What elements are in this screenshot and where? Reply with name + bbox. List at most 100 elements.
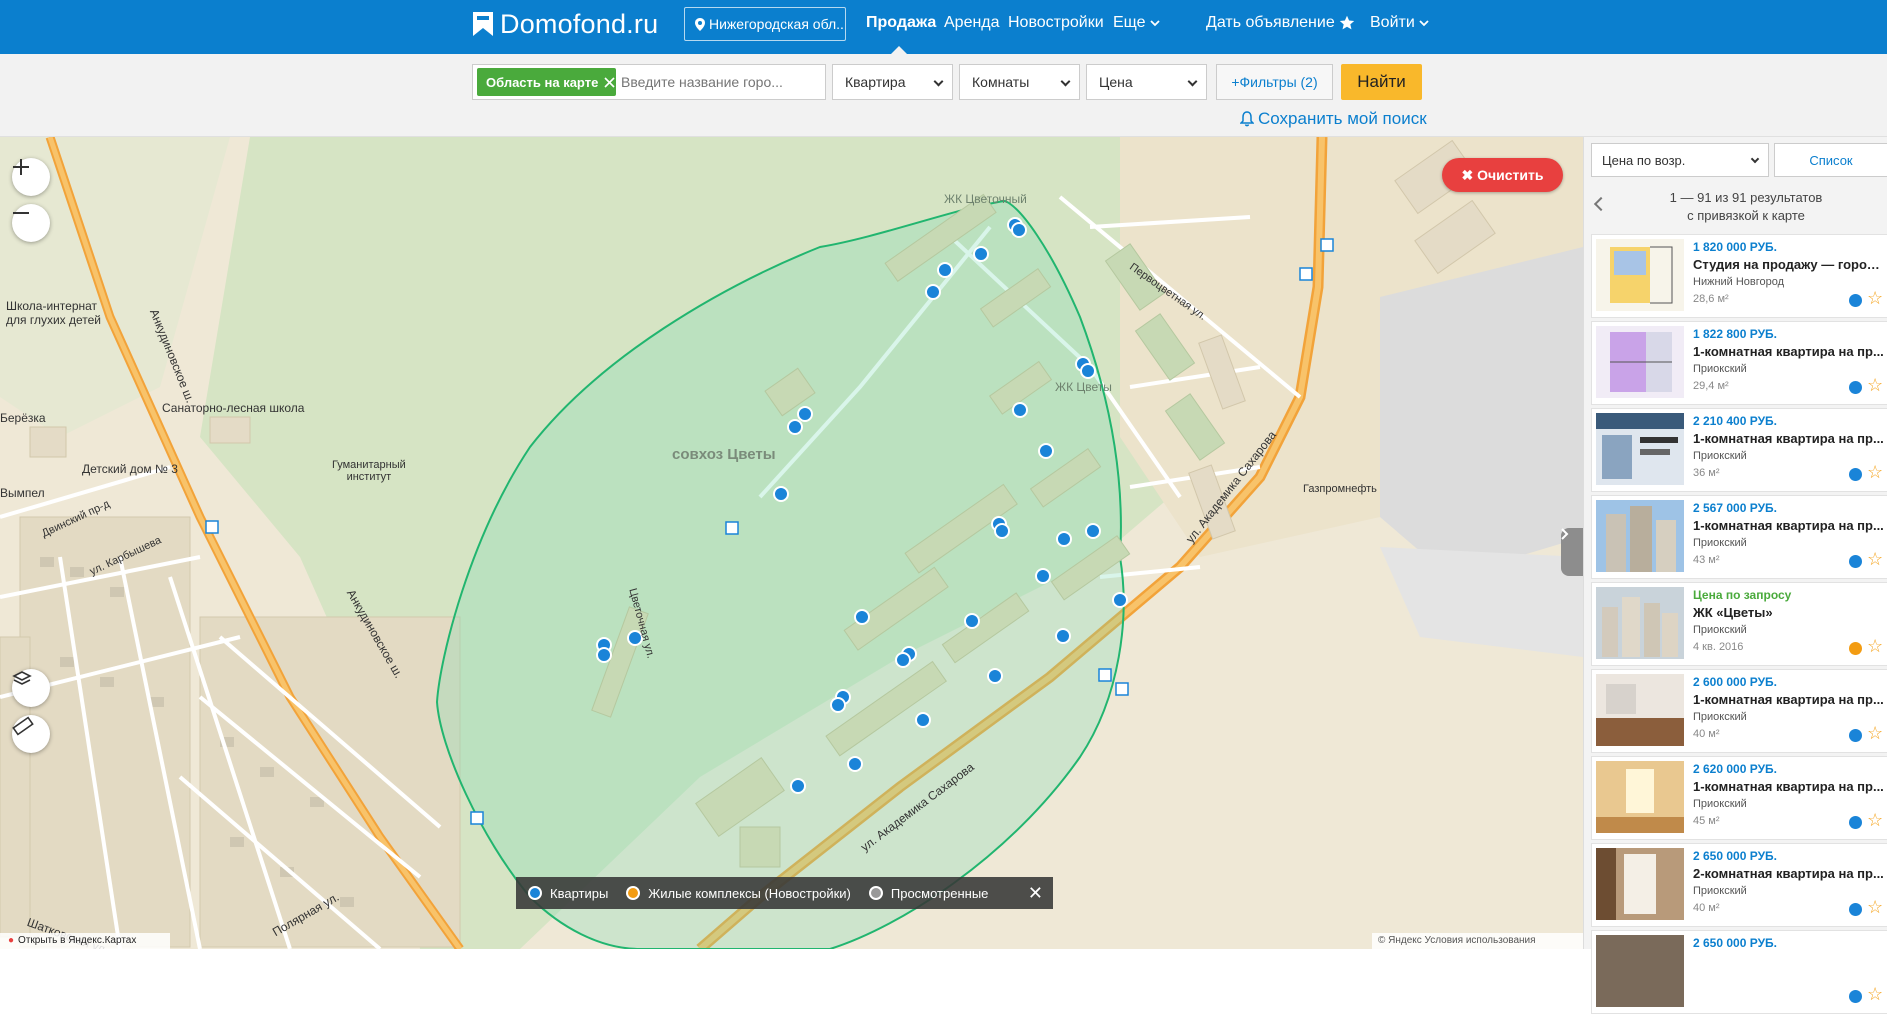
nav-sale[interactable]: Продажа (866, 0, 936, 46)
nav-new-buildings[interactable]: Новостройки (1008, 0, 1104, 46)
listing-photo[interactable] (1596, 935, 1684, 1007)
map-label-institute-line1: Гуманитарный (332, 459, 406, 471)
map-marker-icon[interactable] (1849, 729, 1862, 742)
layers-button[interactable] (12, 669, 50, 707)
listing-photo[interactable] (1596, 326, 1684, 398)
nav-rent[interactable]: Аренда (944, 0, 1000, 46)
location-search-input[interactable] (621, 68, 821, 96)
result-card[interactable]: 2 600 000 РУБ. 1-комнатная квартира на пр… (1591, 669, 1887, 753)
favorite-star-icon[interactable]: ☆ (1867, 984, 1883, 1005)
ruler-button[interactable] (12, 715, 50, 753)
map-marker-icon[interactable] (1849, 642, 1862, 655)
result-card[interactable]: 2 650 000 РУБ. ☆ (1591, 930, 1887, 1014)
listing-title[interactable]: 1-комнатная квартира на пр... (1693, 344, 1885, 359)
favorite-star-icon[interactable]: ☆ (1867, 723, 1883, 744)
listing-price: 1 820 000 РУБ. (1693, 240, 1777, 254)
result-card[interactable]: 2 650 000 РУБ. 2-комнатная квартира на пр… (1591, 843, 1887, 927)
clear-area-button[interactable]: ✖ Очистить (1442, 158, 1563, 192)
favorite-star-icon[interactable]: ☆ (1867, 375, 1883, 396)
favorite-star-icon[interactable]: ☆ (1867, 549, 1883, 570)
map-area-chip-label: Область на карте (486, 74, 599, 90)
close-icon[interactable] (604, 76, 615, 88)
favorite-star-icon[interactable]: ☆ (1867, 897, 1883, 918)
favorite-star-icon[interactable]: ☆ (1867, 288, 1883, 309)
location-pin-icon (695, 17, 705, 31)
listing-title[interactable]: 2-комнатная квартира на пр... (1693, 866, 1885, 881)
find-button[interactable]: Найти (1341, 64, 1422, 100)
zoom-out-button[interactable] (12, 204, 50, 242)
listing-title[interactable]: 1-комнатная квартира на пр... (1693, 431, 1885, 446)
region-selector[interactable]: Нижегородская обл.. (684, 7, 846, 41)
viewed-marker-icon (868, 886, 883, 900)
map-marker-icon[interactable] (1849, 381, 1862, 394)
favorite-star-icon[interactable]: ☆ (1867, 462, 1883, 483)
chevron-down-icon (1750, 154, 1760, 164)
map-marker-icon[interactable] (1849, 990, 1862, 1003)
save-search-link[interactable]: Сохранить мой поиск (1240, 109, 1427, 129)
map-marker-icon[interactable] (1849, 903, 1862, 916)
listing-photo[interactable] (1596, 239, 1684, 311)
listing-title[interactable]: 1-комнатная квартира на пр... (1693, 518, 1885, 533)
plus-icon (13, 159, 29, 175)
listing-area: 4 кв. 2016 (1693, 641, 1744, 653)
result-card[interactable]: 2 210 400 РУБ. 1-комнатная квартира на пр… (1591, 408, 1887, 492)
map-marker-icon[interactable] (1849, 555, 1862, 568)
listing-photo[interactable] (1596, 413, 1684, 485)
nav-login[interactable]: Войти (1370, 0, 1429, 46)
favorite-star-icon[interactable]: ☆ (1867, 636, 1883, 657)
nav-more[interactable]: Еще (1113, 0, 1160, 46)
listing-photo[interactable] (1596, 848, 1684, 920)
listing-photo[interactable] (1596, 674, 1684, 746)
sort-select[interactable]: Цена по возр. (1591, 143, 1769, 177)
map-marker-icon[interactable] (1849, 294, 1862, 307)
chevron-down-icon (1149, 20, 1160, 27)
nav-rent-label: Аренда (944, 14, 1000, 31)
site-logo[interactable]: Domofond.ru (471, 2, 658, 46)
legend-apartments[interactable]: Квартиры (528, 886, 608, 901)
listing-title[interactable]: 1-комнатная квартира на пр... (1693, 779, 1885, 794)
nav-post-ad[interactable]: Дать объявление (1206, 0, 1335, 46)
map-canvas[interactable] (0, 137, 1583, 949)
chevron-left-icon[interactable] (1593, 196, 1609, 212)
listing-photo[interactable] (1596, 761, 1684, 833)
list-view-button[interactable]: Список (1774, 143, 1887, 177)
map-label-vympel: Вымпел (0, 486, 45, 500)
collapse-panel-tab[interactable] (1561, 528, 1583, 576)
result-card[interactable]: Цена по запросу ЖК «Цветы» Приокский 4 кв. … (1591, 582, 1887, 666)
legend-viewed[interactable]: Просмотренные (868, 886, 988, 901)
zoom-in-button[interactable] (12, 158, 50, 196)
rooms-select[interactable]: Комнаты (959, 64, 1080, 100)
listing-area: 40 м² (1693, 728, 1720, 740)
listing-area: 36 м² (1693, 467, 1720, 479)
open-in-yandex-link[interactable]: ● Открыть в Яндекс.Картах (0, 933, 170, 949)
favorite-star-icon[interactable]: ☆ (1867, 810, 1883, 831)
close-icon[interactable]: ✕ (1028, 883, 1043, 904)
result-card[interactable]: 1 822 800 РУБ. 1-комнатная квартира на пр… (1591, 321, 1887, 405)
listing-photo[interactable] (1596, 587, 1684, 659)
listing-price: 1 822 800 РУБ. (1693, 327, 1777, 341)
favorites-star-button[interactable] (1339, 0, 1355, 46)
listing-title[interactable]: 1-комнатная квартира на пр... (1693, 692, 1885, 707)
listing-title[interactable]: Студия на продажу — город ... (1693, 257, 1885, 272)
property-type-select[interactable]: Квартира (832, 64, 953, 100)
map-label-school-line1: Школа-интернат (6, 299, 98, 313)
map-label-institute-line2: институт (346, 471, 392, 483)
listing-price: 2 650 000 РУБ. (1693, 936, 1777, 950)
map-marker-icon[interactable] (1849, 816, 1862, 829)
results-count-line2: с привязкой к карте (1687, 208, 1805, 223)
result-card[interactable]: 2 620 000 РУБ. 1-комнатная квартира на пр… (1591, 756, 1887, 840)
map-copyright[interactable]: © Яндекс Условия использования (1372, 933, 1583, 949)
map-marker-icon[interactable] (1849, 468, 1862, 481)
listing-title[interactable]: ЖК «Цветы» (1693, 605, 1885, 620)
result-card[interactable]: 2 567 000 РУБ. 1-комнатная квартира на пр… (1591, 495, 1887, 579)
map-view[interactable]: Школа-интернат для глухих детей Санаторно… (0, 137, 1583, 949)
chevron-down-icon (1060, 76, 1071, 87)
listing-photo[interactable] (1596, 500, 1684, 572)
listing-district: Приокский (1693, 450, 1747, 462)
map-area-chip[interactable]: Область на карте (477, 68, 616, 96)
legend-complexes[interactable]: Жилые комплексы (Новостройки) (626, 886, 851, 901)
filters-button[interactable]: +Фильтры (2) (1216, 64, 1333, 100)
listing-price: 2 567 000 РУБ. (1693, 501, 1777, 515)
price-select[interactable]: Цена (1086, 64, 1207, 100)
result-card[interactable]: 1 820 000 РУБ. Студия на продажу — город … (1591, 234, 1887, 318)
